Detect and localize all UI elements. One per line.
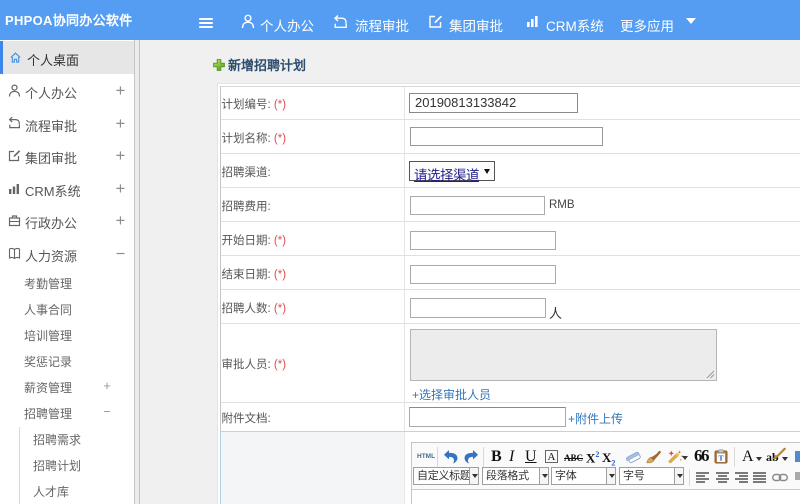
svg-text:T: T [718,454,723,463]
